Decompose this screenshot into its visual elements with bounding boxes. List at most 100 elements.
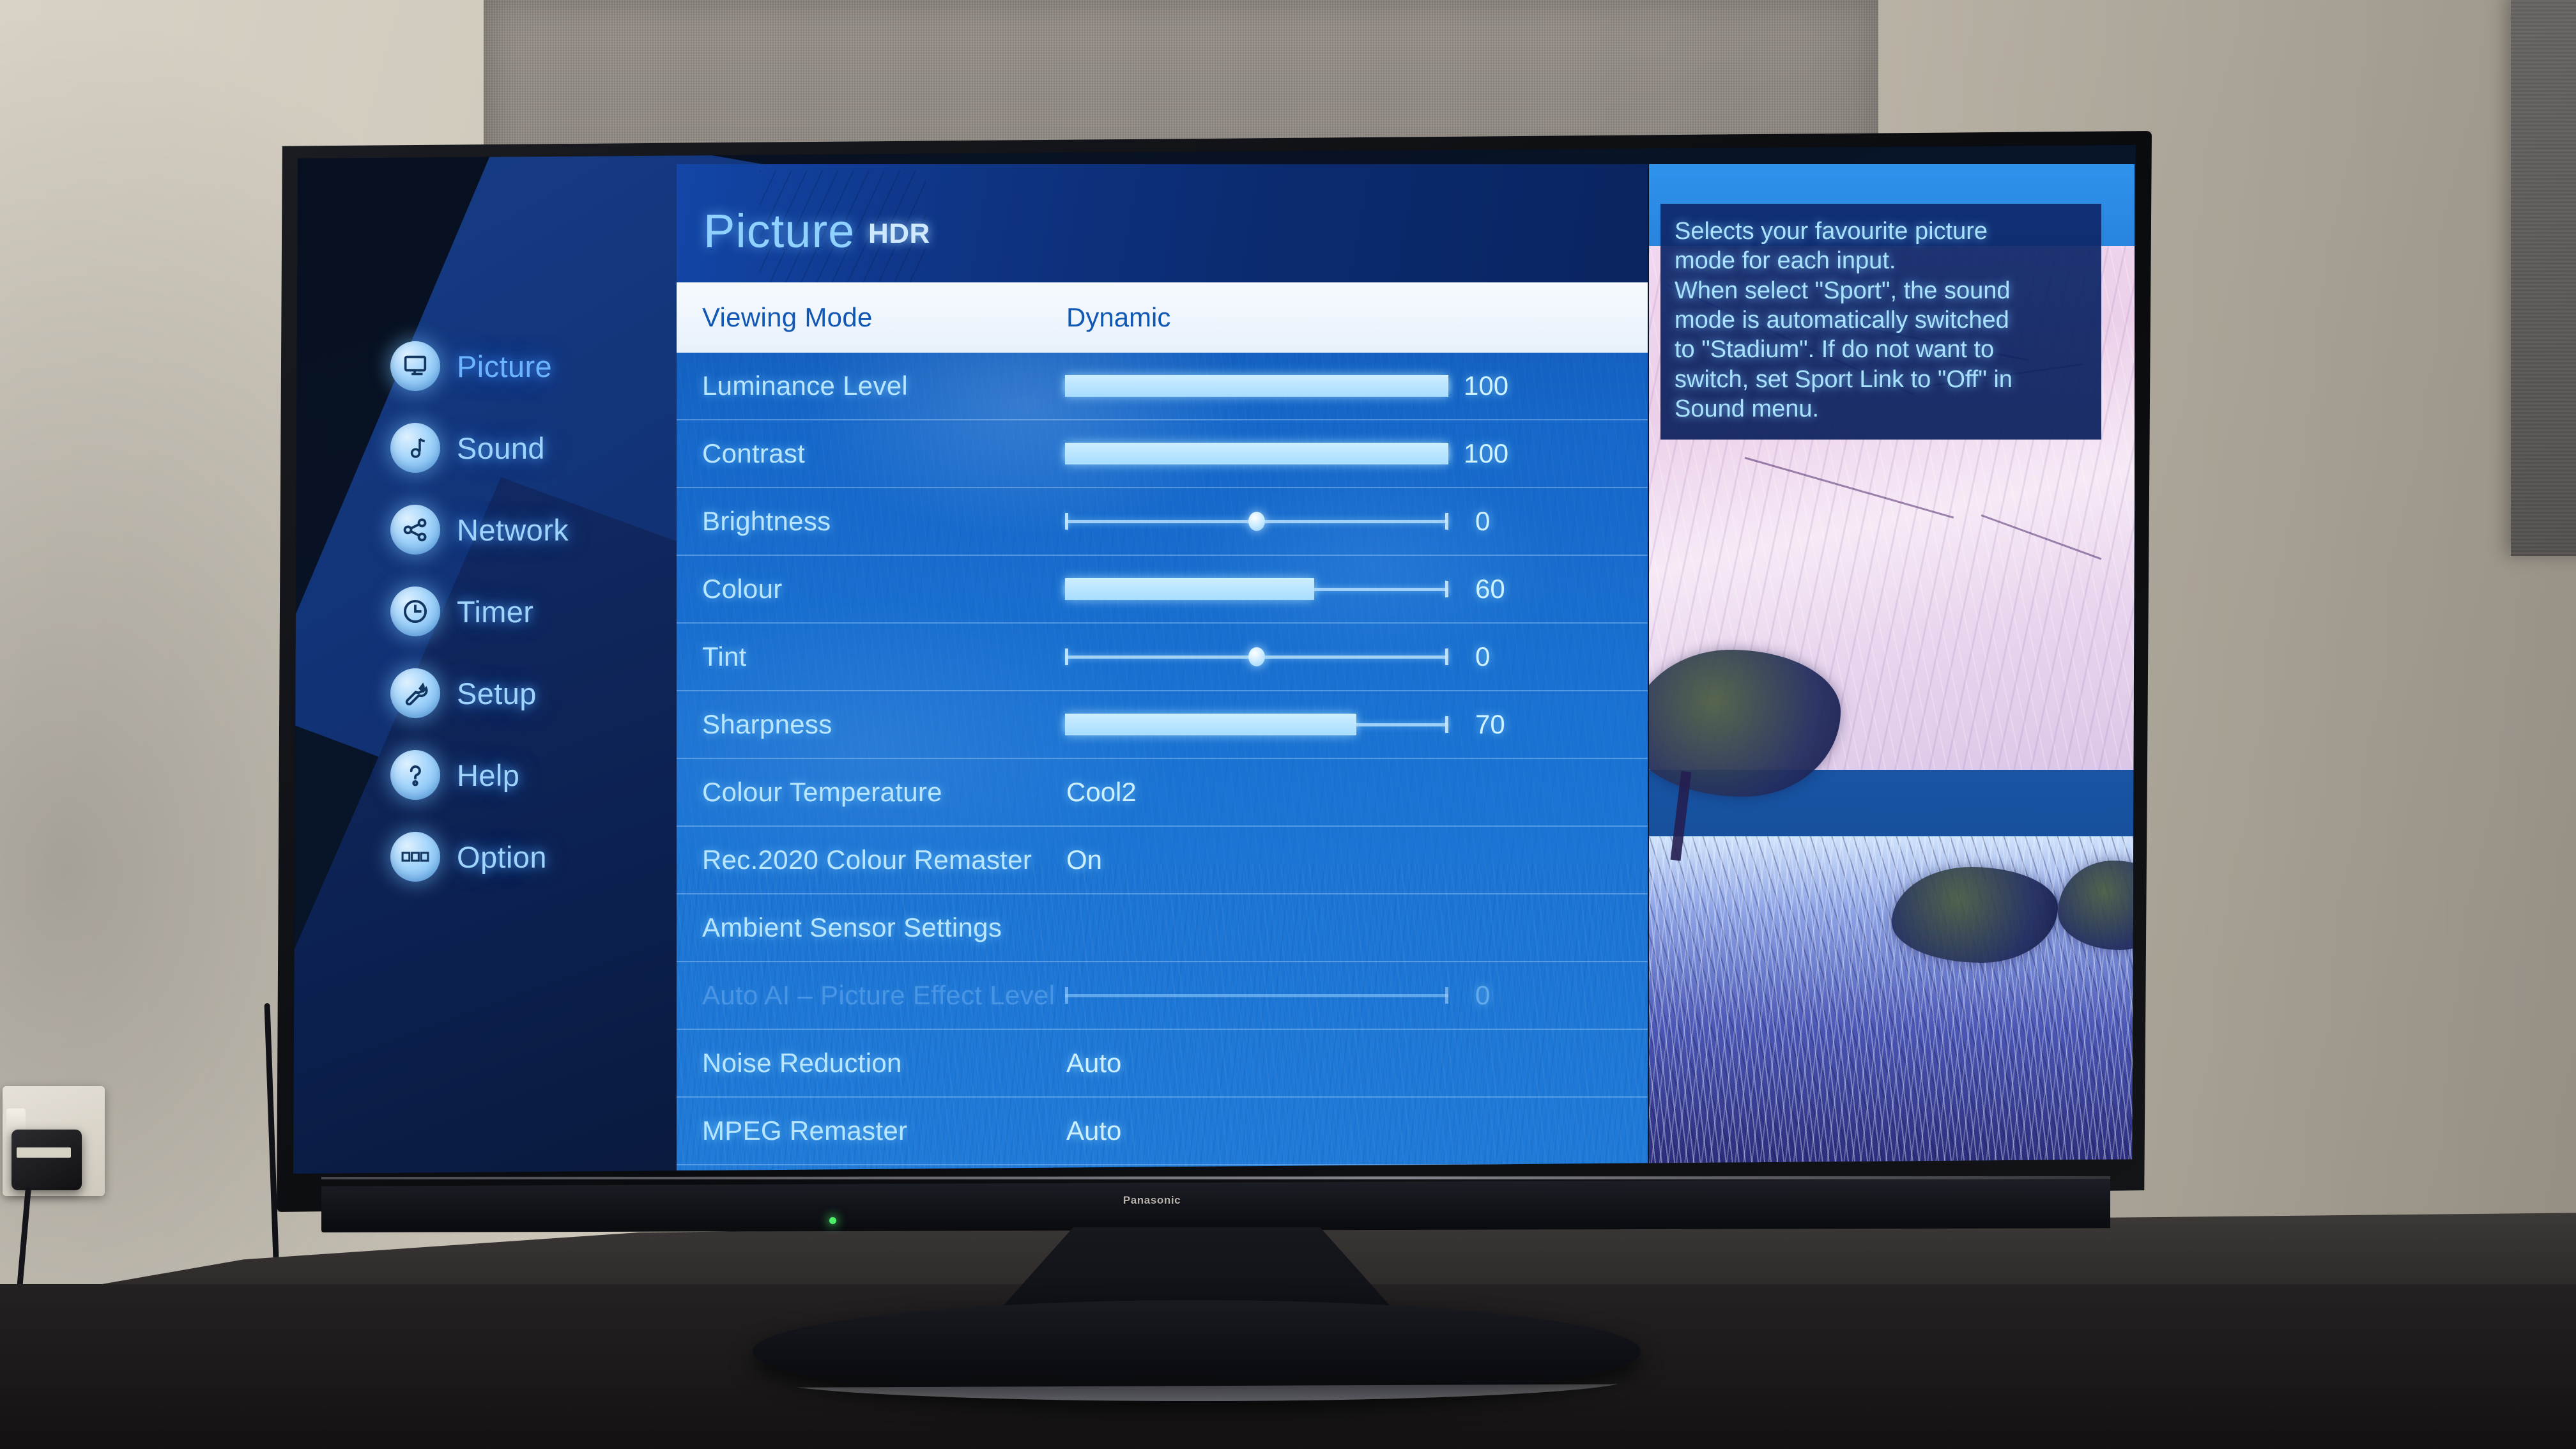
slider-value: 100 (1464, 371, 1509, 401)
setting-value: On (1066, 845, 1103, 875)
sidebar-item-timer[interactable]: Timer (390, 582, 665, 641)
setting-label: Noise Reduction (702, 1048, 902, 1078)
table-row[interactable]: Ambient Sensor Settings (677, 894, 1648, 962)
slider-cap-right (1445, 987, 1448, 1004)
slider-value: 70 (1475, 709, 1505, 739)
setting-value: Dynamic (1066, 302, 1171, 332)
sidebar-item-label: Help (457, 758, 520, 792)
setting-label: Colour (702, 574, 783, 604)
music-note-icon (390, 423, 440, 473)
sidebar-item-option[interactable]: Option (390, 827, 665, 886)
power-plug (12, 1130, 82, 1190)
slider-cap-right (1445, 513, 1448, 530)
table-row[interactable]: Contrast 100 (677, 420, 1648, 488)
setting-label: Colour Temperature (702, 777, 942, 807)
hdr-badge: HDR (868, 218, 930, 249)
setting-slider[interactable] (1065, 373, 1448, 399)
setting-slider[interactable] (1065, 576, 1448, 602)
setting-slider[interactable] (1065, 441, 1448, 466)
table-row[interactable]: Brightness 0 (677, 488, 1648, 556)
sidebar-item-setup[interactable]: Setup (390, 664, 665, 723)
sidebar-item-help[interactable]: Help (390, 746, 665, 804)
setting-label: Ambient Sensor Settings (702, 912, 1002, 942)
setting-label: Auto AI – Picture Effect Level (702, 980, 1055, 1010)
setting-slider[interactable] (1065, 983, 1448, 1008)
osd-sidebar[interactable]: Picture Sound Network Timer Setup Help O… (390, 337, 665, 909)
room-scene: Picture Sound Network Timer Setup Help O… (0, 0, 2576, 1449)
slider-knob[interactable] (1248, 512, 1265, 531)
tooltip-line: switch, set Sport Link to "Off" in (1675, 365, 2012, 393)
table-row[interactable]: Colour Temperature Cool2 (677, 759, 1648, 827)
picture-preview-pane: Selects your favourite picture mode for … (1649, 164, 2135, 1169)
plug-label (17, 1147, 71, 1158)
setting-label: Tint (702, 641, 747, 671)
table-row[interactable]: Luminance Level 100 (677, 353, 1648, 420)
preview-tree-left (1649, 650, 1841, 797)
setting-label: Sharpness (702, 709, 832, 739)
tv-screen: Picture Sound Network Timer Setup Help O… (293, 145, 2136, 1174)
slider-cap-right (1445, 648, 1448, 665)
setting-label: MPEG Remaster (702, 1116, 908, 1146)
sidebar-item-label: Setup (457, 676, 537, 710)
sidebar-item-network[interactable]: Network (390, 500, 665, 559)
setting-slider[interactable] (1065, 509, 1448, 534)
blocks-icon (390, 832, 440, 882)
slider-cap-left (1065, 987, 1068, 1004)
table-row[interactable]: Auto AI – Picture Effect Level 0 (677, 962, 1648, 1030)
sidebar-item-picture[interactable]: Picture (390, 337, 665, 395)
tooltip-line: mode is automatically switched (1675, 307, 2009, 334)
setting-label: Viewing Mode (702, 302, 873, 332)
page-title: Picture (703, 204, 855, 257)
setting-label: Rec.2020 Colour Remaster (702, 845, 1032, 875)
clock-icon (390, 586, 440, 636)
slider-value: 60 (1475, 574, 1505, 604)
table-row[interactable]: Viewing Mode Dynamic (677, 282, 1648, 353)
setting-slider[interactable] (1065, 712, 1448, 737)
setting-value: Auto (1066, 1116, 1122, 1146)
monitor-icon (390, 341, 440, 391)
table-row[interactable]: Sharpness 70 (677, 691, 1648, 759)
table-row[interactable]: Colour 60 (677, 556, 1648, 624)
tooltip-line: Selects your favourite picture (1675, 218, 1988, 245)
sidebar-item-label: Timer (457, 594, 534, 629)
power-led-indicator (829, 1217, 836, 1224)
television: Picture Sound Network Timer Setup Help O… (277, 131, 2152, 1402)
question-mark-icon (390, 750, 440, 800)
wrench-icon (390, 668, 440, 718)
tooltip-line: When select "Sport", the sound (1675, 277, 2011, 304)
tooltip-line: to "Stadium". If do not want to (1675, 336, 1995, 364)
tooltip-line: mode for each input. (1675, 247, 1896, 275)
slider-fill (1065, 578, 1314, 600)
sidebar-item-sound[interactable]: Sound (390, 418, 665, 477)
network-share-icon (390, 505, 440, 555)
slider-cap-right (1445, 716, 1448, 733)
tooltip-line: Sound menu. (1675, 395, 1820, 423)
slider-value: 100 (1464, 438, 1509, 468)
slider-knob[interactable] (1248, 647, 1265, 666)
setting-label: Brightness (702, 506, 831, 536)
sidebar-item-label: Picture (457, 349, 553, 383)
setting-value: Cool2 (1066, 777, 1137, 807)
setting-label: Luminance Level (702, 371, 908, 401)
help-tooltip: Selects your favourite picture mode for … (1660, 204, 2101, 440)
slider-value: 0 (1475, 506, 1491, 536)
preview-grass-field (1649, 836, 2135, 1169)
settings-row-list: Viewing Mode Dynamic Luminance Level 100 Con… (677, 282, 1648, 1165)
slider-fill (1065, 443, 1448, 464)
table-row[interactable]: Tint 0 (677, 624, 1648, 691)
table-row[interactable]: Noise Reduction Auto (677, 1030, 1648, 1098)
sidebar-item-label: Sound (457, 431, 545, 465)
slider-value: 0 (1475, 641, 1491, 671)
tv-brand-logo: Panasonic (1123, 1194, 1181, 1206)
sidebar-item-label: Network (457, 512, 569, 547)
sidebar-item-label: Option (457, 839, 547, 874)
table-row[interactable]: Rec.2020 Colour Remaster On (677, 827, 1648, 894)
menu-header: Picture HDR (677, 164, 1648, 282)
setting-label: Contrast (702, 438, 806, 468)
slider-cap-left (1065, 648, 1068, 665)
slider-track (1065, 994, 1448, 997)
slider-value: 0 (1475, 980, 1491, 1010)
slider-fill (1065, 375, 1448, 397)
table-row[interactable]: MPEG Remaster Auto (677, 1098, 1648, 1165)
setting-slider[interactable] (1065, 644, 1448, 670)
